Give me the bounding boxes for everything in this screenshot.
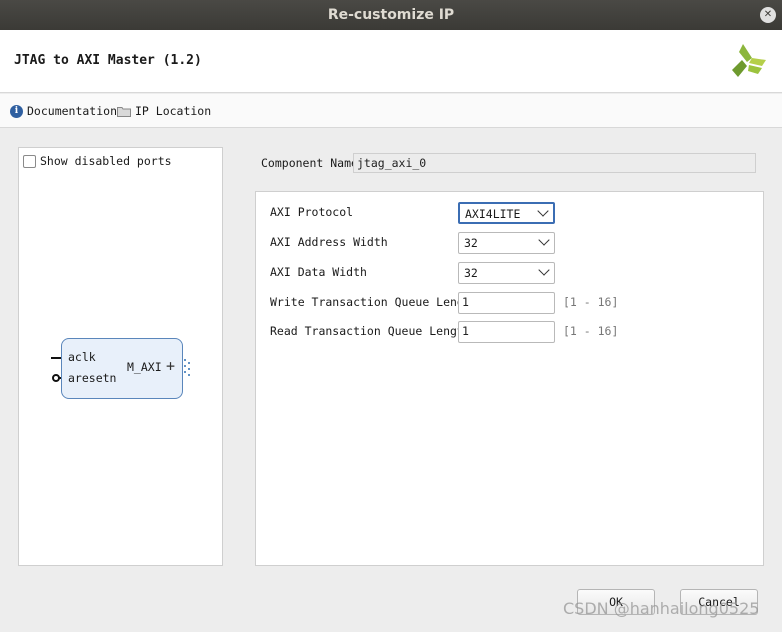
component-name-label: Component Name — [261, 156, 358, 170]
toolbar: i Documentation IP Location — [0, 94, 782, 128]
info-icon: i — [10, 104, 23, 118]
chevron-down-icon — [538, 264, 550, 276]
param-row-write-queue-length: Write Transaction Queue Length 1 [1 - 16… — [270, 292, 750, 314]
port-aresetn: aresetn — [68, 371, 117, 385]
ip-title: JTAG to AXI Master (1.2) — [14, 53, 202, 68]
component-name-field[interactable]: jtag_axi_0 — [353, 153, 756, 173]
ip-header: JTAG to AXI Master (1.2) — [0, 30, 782, 93]
param-row-axi-address-width: AXI Address Width 32 — [270, 232, 750, 254]
chevron-down-icon — [537, 205, 549, 217]
show-disabled-ports-option[interactable]: Show disabled ports — [23, 154, 172, 168]
param-row-axi-protocol: AXI Protocol AXI4LITE — [270, 202, 750, 224]
folder-icon — [117, 106, 131, 117]
axi-data-width-select[interactable]: 32 — [458, 262, 555, 284]
symbol-panel: Show disabled ports aclk aresetn M_AXI + — [18, 147, 223, 566]
write-queue-length-label: Write Transaction Queue Length — [270, 295, 478, 309]
write-queue-length-field[interactable]: 1 — [458, 292, 555, 314]
ip-location-button[interactable]: IP Location — [117, 104, 211, 118]
axi-data-width-label: AXI Data Width — [270, 265, 367, 279]
show-disabled-ports-checkbox[interactable] — [23, 154, 36, 168]
port-m-axi: M_AXI — [127, 360, 162, 374]
documentation-label: Documentation — [27, 104, 118, 118]
window-title: Re-customize IP — [327, 7, 455, 23]
chevron-down-icon — [538, 234, 550, 246]
axi-address-width-label: AXI Address Width — [270, 235, 388, 249]
axi-protocol-value: AXI4LITE — [465, 207, 521, 221]
show-disabled-ports-label: Show disabled ports — [40, 154, 172, 168]
read-queue-length-field[interactable]: 1 — [458, 321, 555, 343]
parameters-box: AXI Protocol AXI4LITE AXI Address Width … — [255, 191, 764, 566]
ip-location-label: IP Location — [135, 104, 212, 118]
write-queue-length-range: [1 - 16] — [563, 295, 619, 309]
configuration-panel: Component Name jtag_axi_0 AXI Protocol A… — [254, 147, 764, 567]
axi-protocol-label: AXI Protocol — [270, 205, 354, 219]
aclk-pin — [51, 357, 61, 359]
close-window-button[interactable]: ✕ — [760, 7, 776, 23]
param-row-axi-data-width: AXI Data Width 32 — [270, 262, 750, 284]
expand-interface-icon[interactable]: + — [166, 357, 175, 375]
bus-interface-icon — [184, 359, 190, 376]
aresetn-bubble — [52, 374, 60, 382]
read-queue-length-range: [1 - 16] — [563, 324, 619, 338]
read-queue-length-label: Read Transaction Queue Length — [270, 324, 471, 338]
documentation-menu[interactable]: i Documentation — [10, 104, 117, 118]
axi-protocol-select[interactable]: AXI4LITE — [458, 202, 555, 224]
axi-data-width-value: 32 — [464, 266, 478, 280]
axi-address-width-value: 32 — [464, 236, 478, 250]
window-titlebar: Re-customize IP ✕ — [0, 0, 782, 30]
param-row-read-queue-length: Read Transaction Queue Length 1 [1 - 16] — [270, 321, 750, 343]
watermark: CSDN @hanhailong0525 — [563, 599, 760, 618]
axi-address-width-select[interactable]: 32 — [458, 232, 555, 254]
ip-block-symbol[interactable]: aclk aresetn M_AXI + — [61, 338, 183, 399]
port-aclk: aclk — [68, 350, 96, 364]
xilinx-logo — [732, 44, 766, 77]
